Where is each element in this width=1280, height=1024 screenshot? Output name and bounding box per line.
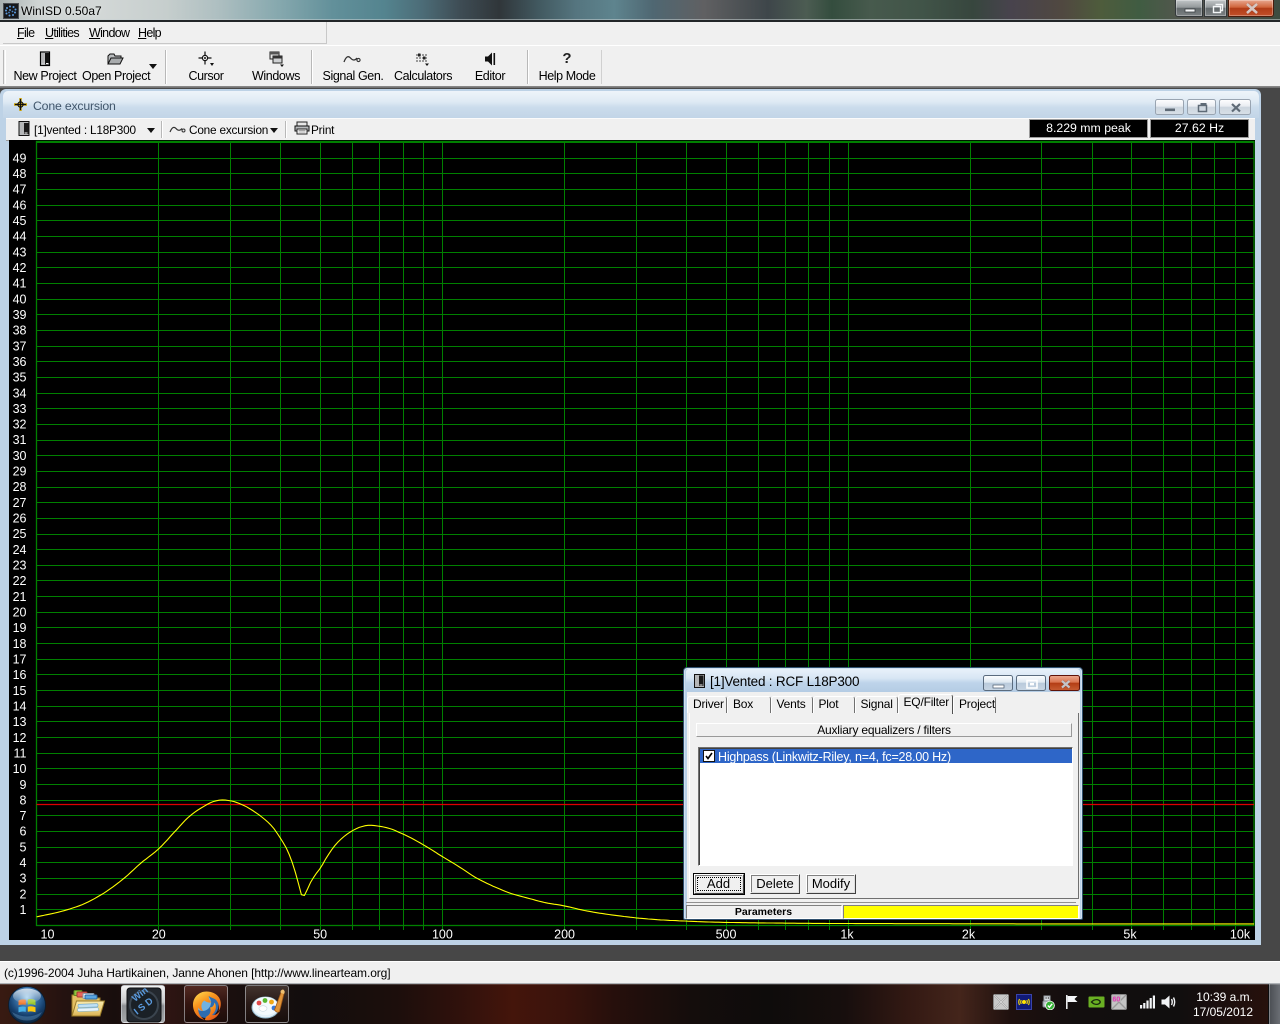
svg-text:32: 32	[13, 418, 27, 432]
svg-text:31: 31	[13, 433, 27, 447]
svg-text:41: 41	[13, 277, 27, 291]
svg-text:21: 21	[13, 590, 27, 604]
svg-text:500: 500	[716, 928, 737, 941]
svg-text:13: 13	[13, 715, 27, 729]
svg-text:30: 30	[13, 449, 27, 463]
svg-text:6: 6	[20, 825, 27, 839]
svg-text:4: 4	[20, 856, 27, 870]
svg-text:1k: 1k	[840, 928, 854, 941]
svg-text:9: 9	[20, 778, 27, 792]
svg-text:200: 200	[554, 928, 575, 941]
svg-text:3: 3	[20, 872, 27, 886]
svg-text:10k: 10k	[1230, 928, 1251, 941]
svg-text:5: 5	[20, 840, 27, 854]
svg-text:60: 60	[1113, 997, 1121, 1004]
svg-text:2: 2	[20, 887, 27, 901]
svg-text:24: 24	[13, 543, 27, 557]
svg-text:33: 33	[13, 402, 27, 416]
svg-text:7: 7	[20, 809, 27, 823]
svg-text:1: 1	[20, 903, 27, 917]
svg-text:11: 11	[14, 746, 27, 760]
svg-text:48: 48	[13, 167, 27, 181]
svg-text:43: 43	[13, 245, 27, 259]
svg-text:29: 29	[13, 465, 27, 479]
svg-text:47: 47	[13, 183, 27, 197]
svg-text:100: 100	[432, 928, 453, 941]
svg-text:16: 16	[13, 668, 27, 682]
svg-text:19: 19	[13, 621, 27, 635]
svg-text:10: 10	[13, 762, 27, 776]
svg-text:5k: 5k	[1123, 928, 1137, 941]
svg-text:45: 45	[13, 214, 27, 228]
svg-text:38: 38	[13, 324, 27, 338]
svg-text:8: 8	[20, 793, 27, 807]
svg-text:27: 27	[13, 496, 27, 510]
svg-text:25: 25	[13, 527, 27, 541]
svg-text:28: 28	[13, 480, 27, 494]
svg-text:40: 40	[13, 292, 27, 306]
svg-text:42: 42	[13, 261, 27, 275]
svg-text:22: 22	[13, 574, 27, 588]
svg-text:18: 18	[13, 637, 27, 651]
svg-text:14: 14	[13, 700, 27, 714]
svg-text:10: 10	[41, 928, 55, 941]
svg-text:23: 23	[13, 559, 27, 573]
svg-text:17: 17	[13, 653, 27, 667]
svg-text:2k: 2k	[962, 928, 976, 941]
svg-text:36: 36	[13, 355, 27, 369]
svg-text:15: 15	[13, 684, 27, 698]
svg-text:35: 35	[13, 371, 27, 385]
svg-text:46: 46	[13, 198, 27, 212]
svg-text:37: 37	[13, 339, 27, 353]
svg-text:34: 34	[13, 386, 27, 400]
svg-text:44: 44	[13, 230, 27, 244]
svg-text:26: 26	[13, 512, 27, 526]
svg-text:20: 20	[152, 928, 166, 941]
svg-text:50: 50	[313, 928, 327, 941]
svg-text:20: 20	[13, 606, 27, 620]
svg-text:49: 49	[13, 151, 27, 165]
svg-text:39: 39	[13, 308, 27, 322]
svg-text:12: 12	[13, 731, 27, 745]
